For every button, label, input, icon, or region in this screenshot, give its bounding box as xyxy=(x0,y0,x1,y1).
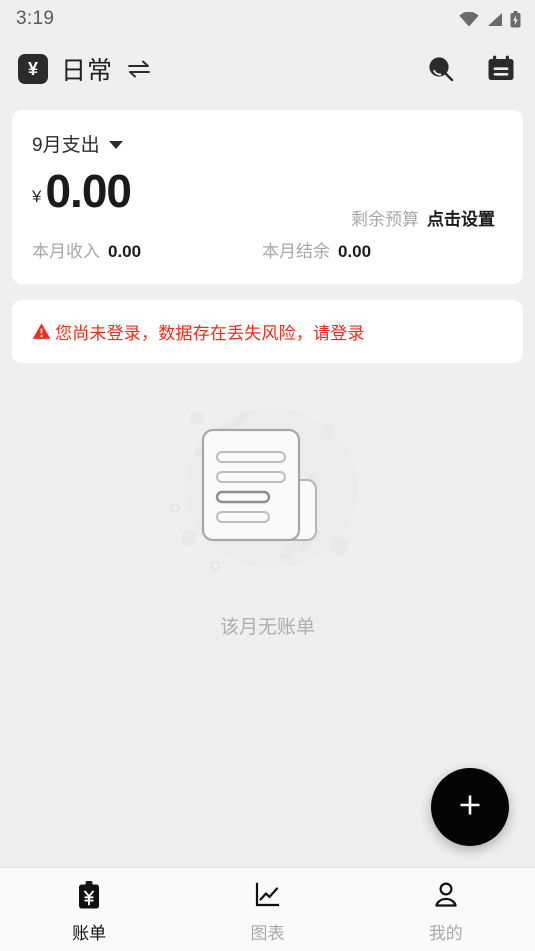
warning-triangle-icon xyxy=(32,322,51,341)
month-selector[interactable]: 9月支出 xyxy=(32,130,503,157)
cellular-signal-icon xyxy=(486,12,503,27)
nav-item-profile[interactable]: 我的 xyxy=(357,880,535,944)
clipboard-yen-icon xyxy=(75,880,103,910)
calendar-icon[interactable] xyxy=(485,53,517,85)
app-logo-symbol: ¥ xyxy=(27,59,38,79)
empty-state-text: 该月无账单 xyxy=(219,617,315,638)
remaining-budget[interactable]: 剩余预算 点击设置 xyxy=(351,205,495,230)
chevron-down-icon xyxy=(108,141,123,149)
monthly-income: 本月收入 0.00 xyxy=(32,237,262,262)
login-warning-text: 您尚未登录，数据存在丢失风险，请登录 xyxy=(55,324,365,344)
nav-item-charts[interactable]: 图表 xyxy=(178,880,356,944)
page-title: 日常 xyxy=(61,57,114,85)
monthly-income-value: 0.00 xyxy=(108,242,142,262)
nav-item-charts-label: 图表 xyxy=(250,924,285,943)
swap-horizontal-icon[interactable] xyxy=(126,59,152,79)
app-logo-icon: ¥ xyxy=(18,54,48,84)
remaining-budget-value[interactable]: 点击设置 xyxy=(427,205,495,230)
app-bar: ¥ 日常 xyxy=(0,38,535,100)
bottom-navigation: 账单 图表 我的 xyxy=(0,867,535,951)
nav-item-bills-label: 账单 xyxy=(72,924,107,943)
status-bar-icons xyxy=(459,10,521,28)
summary-card: 9月支出 ¥ 0.00 剩余预算 点击设置 本月收入 0.00 本月结余 0.0… xyxy=(12,110,523,285)
empty-bill-document-icon xyxy=(153,390,383,590)
nav-item-profile-label: 我的 xyxy=(428,924,463,943)
currency-symbol: ¥ xyxy=(32,187,42,207)
search-icon[interactable] xyxy=(425,53,457,85)
monthly-balance-label: 本月结余 xyxy=(262,242,330,262)
line-chart-icon xyxy=(253,880,281,910)
monthly-balance-value: 0.00 xyxy=(338,242,372,262)
expense-amount-value: 0.00 xyxy=(45,165,132,217)
monthly-income-label: 本月收入 xyxy=(32,242,100,262)
battery-charging-icon xyxy=(510,10,521,28)
remaining-budget-label: 剩余预算 xyxy=(351,210,419,229)
nav-item-bills[interactable]: 账单 xyxy=(0,880,178,944)
person-icon xyxy=(432,880,460,910)
app-bar-left: ¥ 日常 xyxy=(18,51,152,87)
month-selector-label: 9月支出 xyxy=(32,135,100,156)
monthly-balance: 本月结余 0.00 xyxy=(262,237,371,262)
status-bar-time: 3:19 xyxy=(16,8,55,29)
app-bar-actions xyxy=(425,53,517,85)
plus-icon xyxy=(455,790,485,825)
summary-stats: 本月收入 0.00 本月结余 0.00 xyxy=(32,237,503,262)
add-record-button[interactable] xyxy=(431,768,509,846)
empty-state: 该月无账单 xyxy=(0,390,535,639)
login-warning-banner[interactable]: 您尚未登录，数据存在丢失风险，请登录 xyxy=(12,300,523,364)
wifi-icon xyxy=(459,11,479,27)
status-bar: 3:19 xyxy=(0,0,535,38)
